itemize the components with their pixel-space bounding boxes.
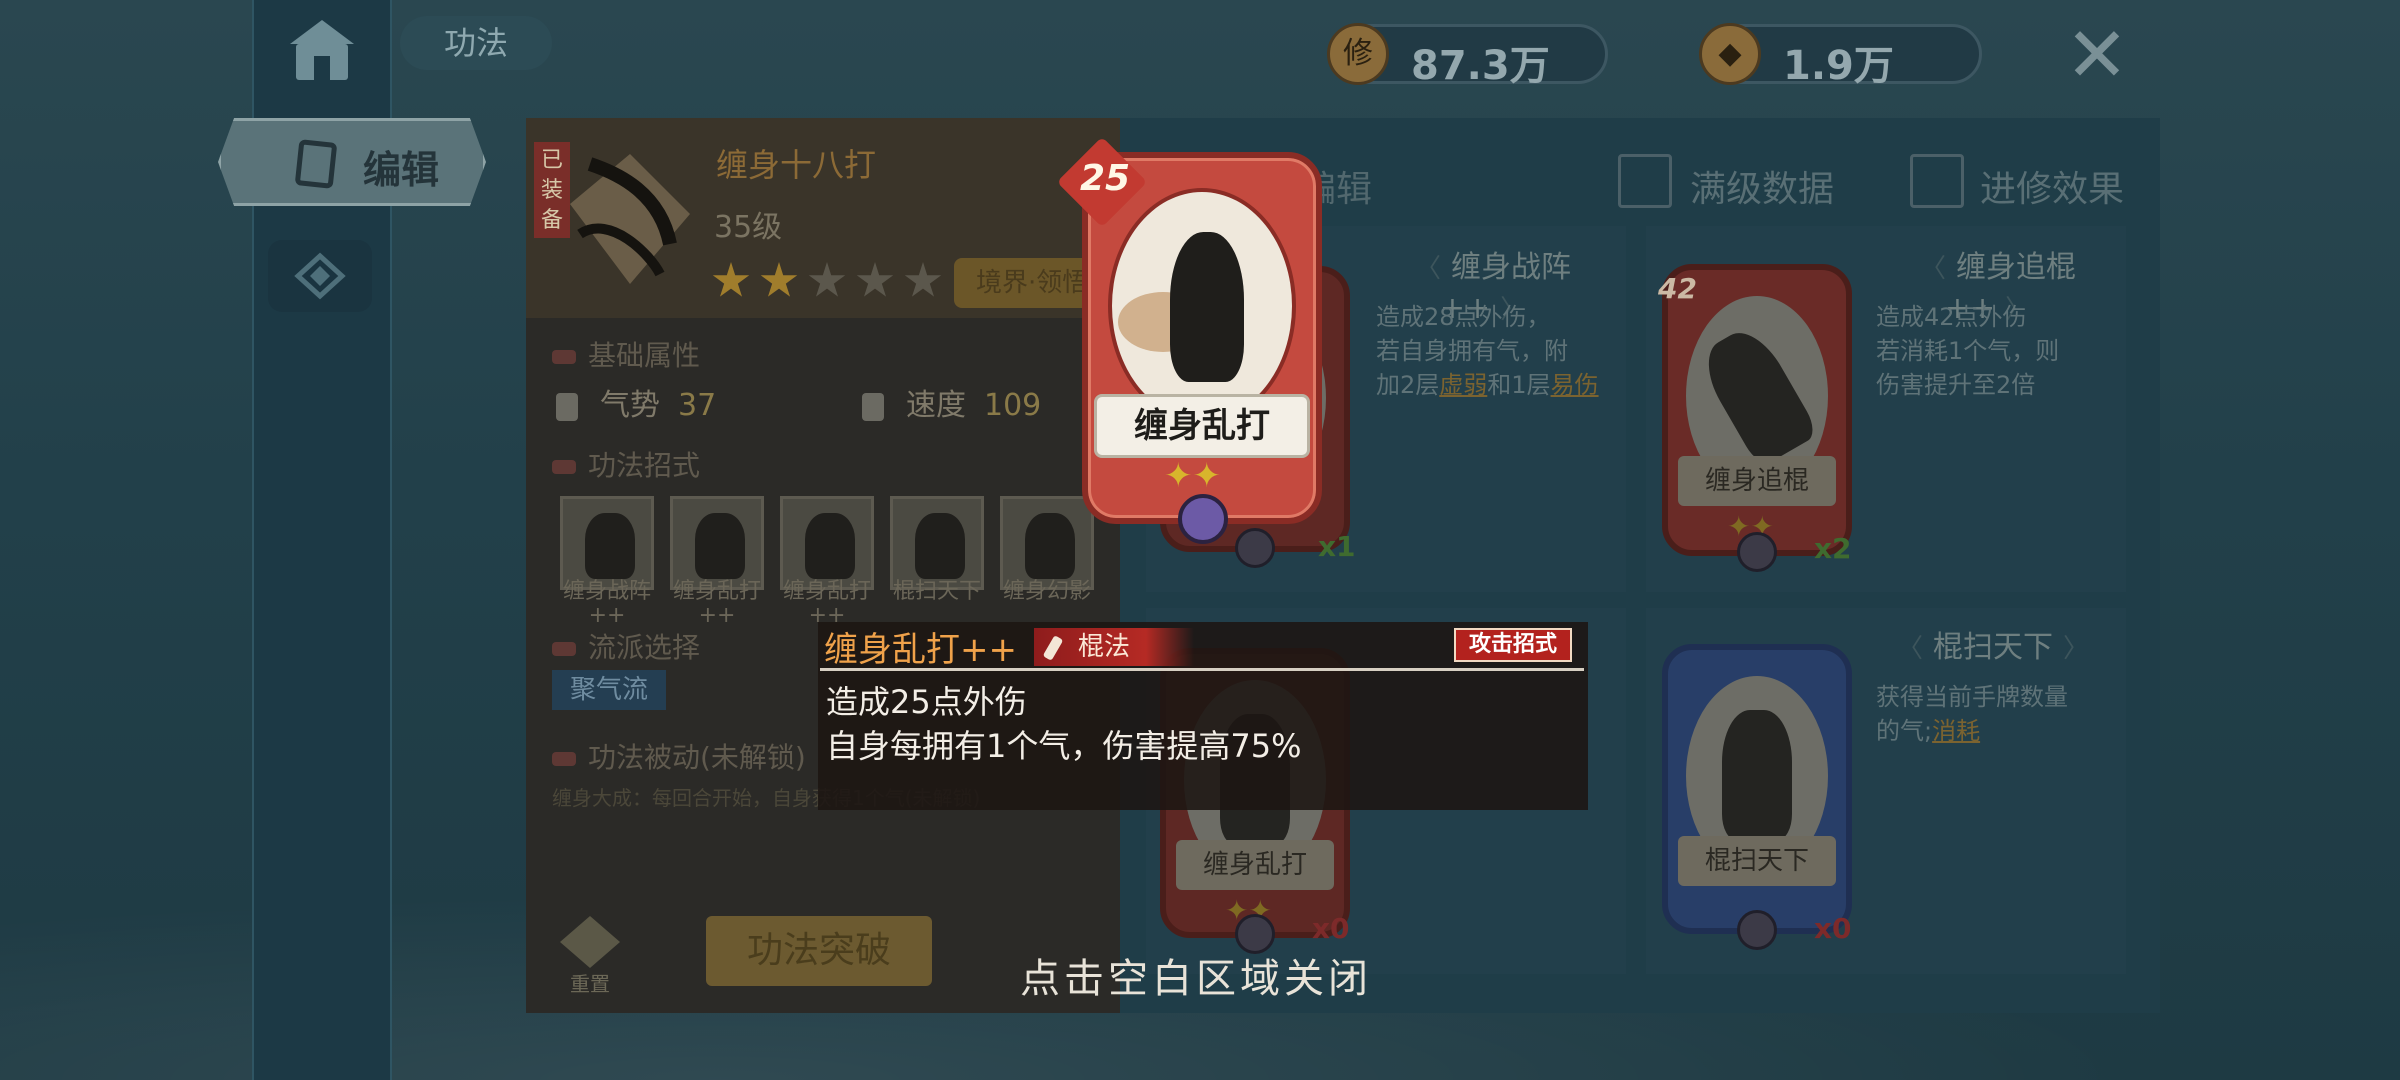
staff-icon [1042, 635, 1064, 661]
move-name: 缠身幻影 [1002, 579, 1091, 604]
card-description: 造成28点外伤， 若自身拥有气，附 加2层虚弱和1层易伤 [1376, 303, 1599, 399]
stat-qishi: 气势 37 [556, 380, 716, 424]
star-icon [856, 262, 894, 297]
skill-card[interactable]: 缠身追棍 ✦✦ [1662, 264, 1852, 572]
card-title: 缠身战阵++ [1368, 248, 1608, 326]
card-count: x0 [1814, 912, 1852, 945]
cultivation-coin-icon: 修 [1327, 23, 1389, 85]
card-count: x1 [1318, 530, 1356, 563]
move-name: 缠身战阵 ++ [562, 579, 651, 628]
card-name: 缠身乱打 [1094, 394, 1310, 458]
max-level-label: 满级数据 [1690, 169, 1835, 210]
reset-icon [560, 916, 620, 968]
tooltip-attack-tag: 攻击招式 [1454, 628, 1572, 662]
star-icon [904, 262, 942, 297]
star-icon [760, 262, 798, 297]
advanced-effect-checkbox[interactable] [1910, 154, 1964, 208]
cultivation-currency: 修 87.3万 [1327, 23, 1608, 89]
tooltip-weapon-type: 棍法 [1034, 628, 1194, 666]
gem-icon [1737, 910, 1777, 950]
card-description: 造成42点外伤 若消耗1个气，则 伤害提升至2倍 [1876, 303, 2060, 399]
card-description: 获得当前手牌数量 的气;消耗 [1876, 683, 2068, 745]
tab-edit-label: 编辑 [363, 148, 440, 192]
move-thumb[interactable] [890, 496, 984, 590]
copper-currency: ◆ 1.9万 [1699, 23, 1982, 89]
qishi-icon [556, 392, 578, 421]
move-thumb[interactable] [1000, 496, 1094, 590]
skill-name: 缠身十八打 [716, 146, 877, 184]
copper-value: 1.9万 [1783, 43, 1894, 89]
star-rating [712, 262, 942, 300]
move-thumb[interactable] [560, 496, 654, 590]
stat-speed: 速度 109 [862, 380, 1041, 424]
move-name: 棍扫天下 [892, 579, 981, 604]
card-level-value: 25 [1079, 158, 1131, 199]
gem-icon [1235, 528, 1275, 568]
move-name: 缠身乱打 ++ [672, 579, 761, 628]
page-title: 功法 [400, 16, 552, 70]
tooltip-title: 缠身乱打++ [824, 630, 1017, 670]
close-hint[interactable]: 点击空白区域关闭 [1020, 946, 1372, 1004]
school-chip[interactable]: 聚气流 [552, 670, 666, 710]
sect-emblem-icon[interactable] [268, 240, 372, 312]
tooltip-description: 造成25点外伤 自身每拥有1个气，伤害提高75% [826, 683, 1302, 765]
star-icon [712, 262, 750, 297]
skill-card[interactable]: 棍扫天下 [1662, 644, 1852, 950]
section-base-attr: 基础属性 [552, 334, 700, 374]
staff-type-gem-icon [1178, 494, 1228, 544]
equipped-tag: 已装备 [534, 142, 570, 238]
card-level: 42 [1658, 272, 1697, 305]
max-level-checkbox[interactable] [1618, 154, 1672, 208]
move-name: 缠身乱打 ++ [782, 579, 871, 628]
close-icon[interactable]: ✕ [2062, 17, 2132, 93]
section-moves: 功法招式 [552, 444, 700, 484]
breakthrough-button[interactable]: 功法突破 [706, 916, 932, 986]
card-title: 缠身追棍++ [1868, 248, 2118, 326]
cards-icon [294, 139, 338, 189]
staff-fighter-icon [1170, 232, 1244, 382]
section-passive: 功法被动(未解锁) [552, 736, 806, 776]
section-school: 流派选择 [552, 626, 700, 666]
copper-coin-icon: ◆ [1699, 23, 1761, 85]
card-count: x0 [1312, 912, 1350, 945]
card-portrait [1108, 188, 1296, 424]
card-title: 棍扫天下 [1868, 628, 2118, 668]
move-thumb[interactable] [780, 496, 874, 590]
reset-button[interactable]: 重置 [552, 912, 632, 996]
cultivation-value: 87.3万 [1411, 43, 1550, 89]
skill-scroll-icon [550, 134, 700, 294]
star-icon [808, 262, 846, 297]
tab-edit[interactable]: 编辑 [218, 118, 486, 206]
advanced-effect-label: 进修效果 [1980, 169, 2125, 210]
speed-icon [862, 392, 884, 421]
card-count: x2 [1814, 532, 1852, 565]
upgrade-marks: ✦✦ [1164, 456, 1221, 496]
move-thumb[interactable] [670, 496, 764, 590]
home-icon[interactable] [282, 14, 362, 84]
tooltip-divider [820, 668, 1584, 671]
skill-level: 35级 [714, 210, 783, 245]
gem-icon [1737, 532, 1777, 572]
